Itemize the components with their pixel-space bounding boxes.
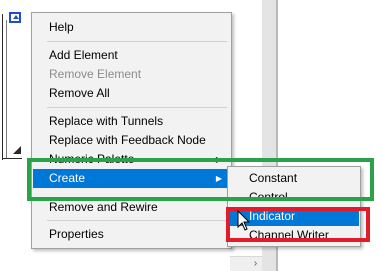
menu-item-remove-element: Remove Element xyxy=(49,67,142,81)
menu-item-add-element[interactable]: Add Element xyxy=(33,46,230,65)
resize-corner-icon[interactable] xyxy=(13,146,21,154)
structure-frame xyxy=(0,0,22,160)
menu-separator xyxy=(47,107,227,108)
menu-item-replace-with-tunnels[interactable]: Replace with Tunnels xyxy=(33,112,230,131)
structure-bottom-border xyxy=(2,158,22,159)
structure-inner-border xyxy=(6,20,7,158)
context-menu: Help Add Element Remove Element Remove A… xyxy=(31,12,232,249)
menu-separator xyxy=(47,220,227,221)
menu-item-replace-with-feedback-node[interactable]: Replace with Feedback Node xyxy=(33,131,230,150)
menu-item-properties[interactable]: Properties xyxy=(33,225,230,244)
mouse-cursor-icon xyxy=(237,210,251,231)
scroll-right-icon[interactable]: › xyxy=(249,256,262,271)
structure-border xyxy=(2,14,3,160)
shift-register-icon[interactable] xyxy=(9,12,21,23)
menu-item-help[interactable]: Help xyxy=(33,18,230,37)
menu-separator xyxy=(47,41,227,42)
annotation-box-create xyxy=(27,158,374,201)
menu-item-remove-all[interactable]: Remove All xyxy=(33,84,230,103)
labview-block-diagram: › Help Add Element Remove Element Remove… xyxy=(0,0,381,271)
